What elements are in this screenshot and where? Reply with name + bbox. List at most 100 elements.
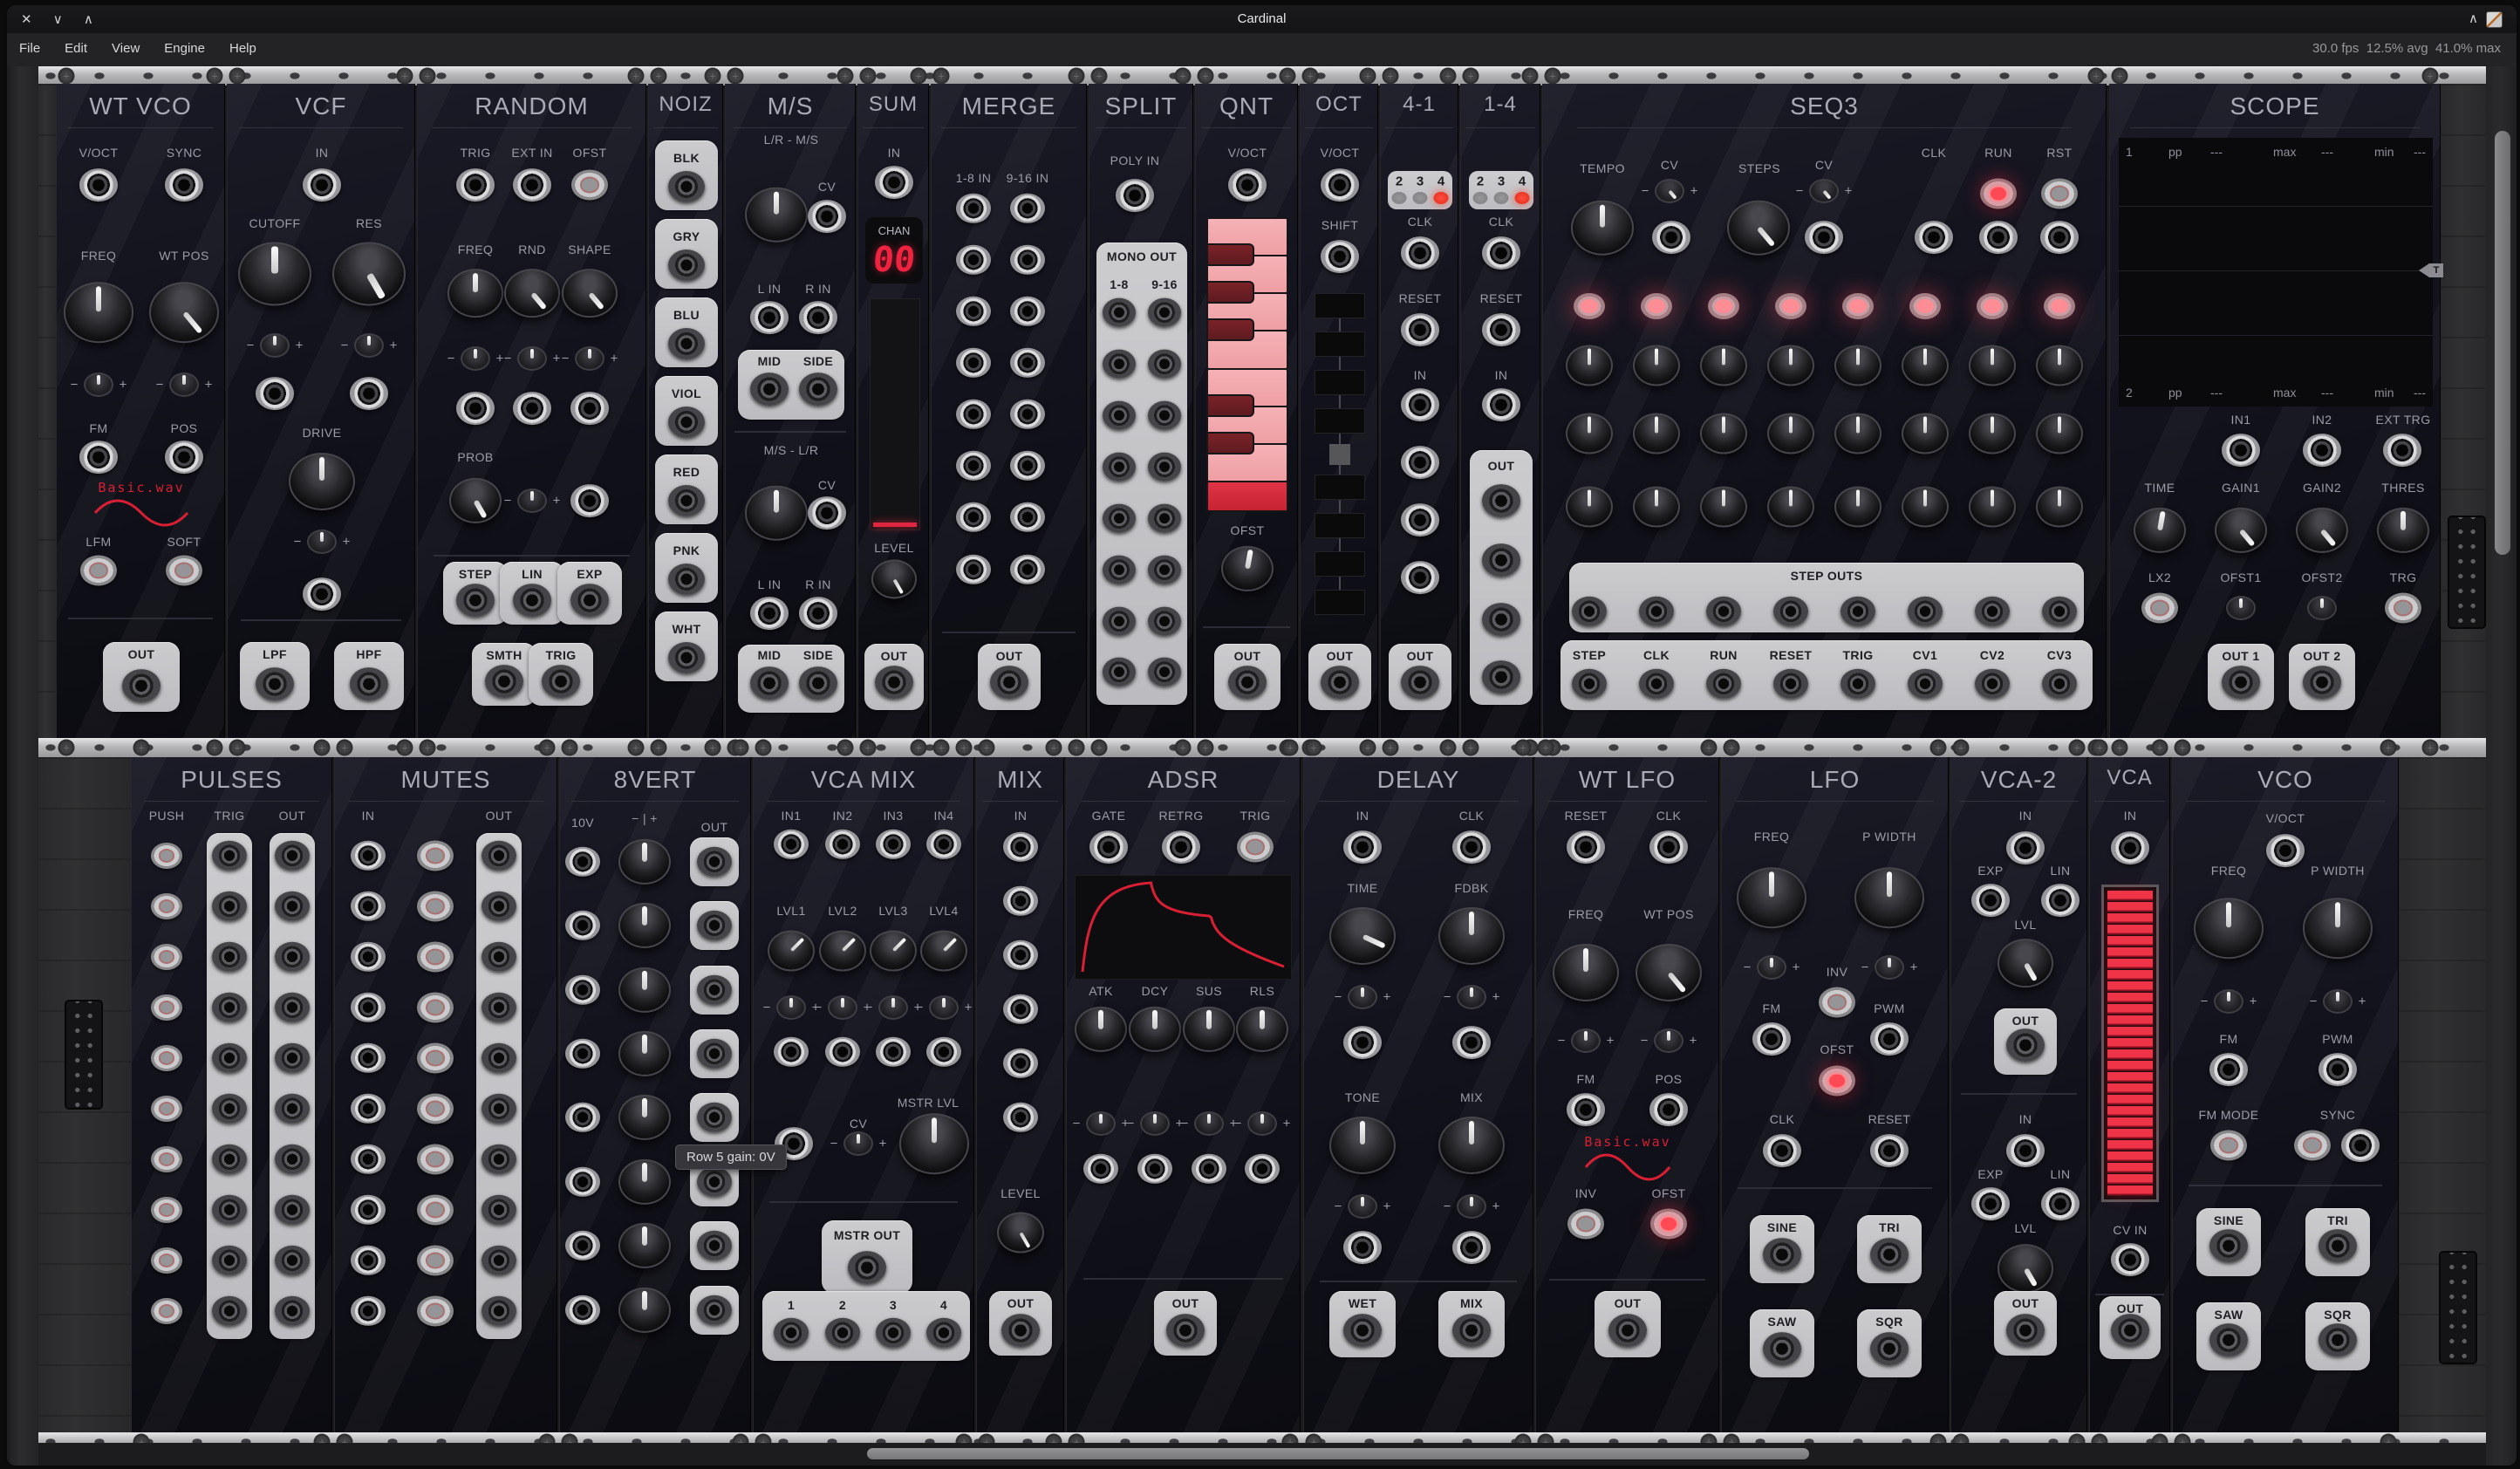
trim-knob[interactable] (1457, 985, 1486, 1009)
knob[interactable] (238, 242, 311, 305)
vertical-scrollbar-thumb[interactable] (2495, 131, 2510, 555)
port-jack[interactable] (956, 297, 991, 326)
step-led[interactable] (1641, 293, 1672, 319)
ofst-button[interactable] (1819, 1066, 1855, 1097)
port-jack[interactable] (1148, 298, 1181, 327)
ladder-cursor[interactable] (1329, 444, 1350, 465)
port-jack[interactable] (1010, 400, 1045, 429)
black-key[interactable] (1206, 281, 1254, 304)
port-jack[interactable] (1608, 1314, 1647, 1347)
knob[interactable] (1633, 413, 1680, 454)
port-jack[interactable] (1001, 1314, 1040, 1347)
step-led[interactable] (1775, 293, 1806, 319)
port-jack[interactable] (750, 666, 789, 700)
port-jack[interactable] (668, 328, 705, 359)
knob[interactable] (149, 282, 219, 343)
port-jack[interactable] (1482, 660, 1520, 694)
trig-button[interactable] (1237, 832, 1274, 863)
trg-button[interactable] (2385, 593, 2421, 624)
port-jack[interactable] (1805, 221, 1843, 254)
knob[interactable] (2036, 413, 2083, 454)
ladder-step[interactable] (1315, 513, 1365, 538)
port-jack[interactable] (1343, 1314, 1382, 1347)
port-jack[interactable] (456, 168, 495, 202)
quantizer-keyboard[interactable] (1206, 217, 1288, 512)
port-jack[interactable] (1482, 484, 1520, 517)
knob[interactable] (1129, 1007, 1181, 1052)
vertical-scrollbar[interactable] (2486, 66, 2517, 1466)
knob[interactable] (1902, 487, 1949, 528)
port-jack[interactable] (875, 666, 913, 699)
trim-knob[interactable] (2214, 989, 2243, 1014)
trim-knob[interactable] (1348, 1194, 1377, 1219)
port-jack[interactable] (2222, 666, 2260, 699)
port-jack[interactable] (1321, 240, 1359, 273)
push-button[interactable] (417, 841, 454, 871)
port-jack[interactable] (926, 1037, 961, 1067)
port-jack[interactable] (956, 245, 991, 275)
knob[interactable] (1834, 413, 1881, 454)
channel-selector[interactable]: 234 (1469, 171, 1533, 209)
port-jack[interactable] (1148, 658, 1181, 687)
trim-knob[interactable] (1457, 1194, 1486, 1219)
ladder-step[interactable] (1315, 331, 1365, 357)
port-jack[interactable] (256, 377, 294, 410)
port-jack[interactable] (1137, 1154, 1172, 1184)
knob[interactable] (64, 282, 133, 343)
port-jack[interactable] (351, 1246, 386, 1275)
trim-knob[interactable] (169, 372, 199, 397)
push-button[interactable] (417, 993, 454, 1023)
knob[interactable] (1633, 345, 1680, 386)
port-jack[interactable] (1103, 504, 1136, 533)
knob[interactable] (1902, 413, 1949, 454)
knob[interactable] (1834, 487, 1881, 528)
knob[interactable] (1969, 345, 2016, 386)
knob[interactable] (618, 839, 671, 885)
ladder-step[interactable] (1315, 408, 1365, 434)
knob[interactable] (618, 1095, 671, 1140)
knob[interactable] (1727, 201, 1790, 256)
port-jack[interactable] (1343, 1231, 1382, 1264)
ladder-step[interactable] (1315, 590, 1365, 615)
port-jack[interactable] (1103, 453, 1136, 482)
trim-knob[interactable] (1571, 1028, 1601, 1053)
port-jack[interactable] (1010, 451, 1045, 481)
port-jack[interactable] (1482, 388, 1520, 421)
knob[interactable] (1221, 546, 1274, 591)
port-jack[interactable] (1245, 1154, 1280, 1184)
collapse-icon[interactable]: ∧ (2469, 10, 2478, 26)
trim-knob[interactable] (1875, 955, 1904, 980)
port-jack[interactable] (668, 249, 705, 281)
port-jack[interactable] (570, 484, 609, 517)
port-jack[interactable] (1452, 830, 1491, 864)
knob[interactable] (1998, 939, 2053, 987)
trim-knob[interactable] (1086, 1111, 1116, 1136)
push-button[interactable] (417, 1296, 454, 1327)
port-jack[interactable] (1010, 502, 1045, 532)
black-key[interactable] (1206, 243, 1254, 266)
port-jack[interactable] (2111, 1314, 2149, 1347)
port-jack[interactable] (2040, 221, 2079, 254)
knob[interactable] (1902, 345, 1949, 386)
push-button[interactable] (417, 1043, 454, 1074)
port-jack[interactable] (565, 911, 600, 940)
ofst-button[interactable] (571, 170, 608, 201)
trim-knob[interactable] (307, 530, 337, 554)
push-button[interactable] (417, 892, 454, 922)
push-button[interactable] (151, 944, 182, 970)
step-led[interactable] (1842, 293, 1874, 319)
port-jack[interactable] (456, 584, 495, 617)
port-jack[interactable] (351, 942, 386, 972)
port-jack[interactable] (825, 1037, 860, 1067)
port-jack[interactable] (1401, 503, 1439, 536)
knob[interactable] (1700, 487, 1747, 528)
push-button[interactable] (151, 1298, 182, 1324)
port-jack[interactable] (668, 171, 705, 202)
trim-knob[interactable] (776, 995, 806, 1020)
port-jack[interactable] (1148, 504, 1181, 533)
port-jack[interactable] (1083, 1154, 1118, 1184)
ladder-step[interactable] (1315, 293, 1365, 318)
port-jack[interactable] (2341, 1129, 2380, 1162)
knob[interactable] (1075, 1007, 1127, 1052)
port-jack[interactable] (668, 485, 705, 516)
